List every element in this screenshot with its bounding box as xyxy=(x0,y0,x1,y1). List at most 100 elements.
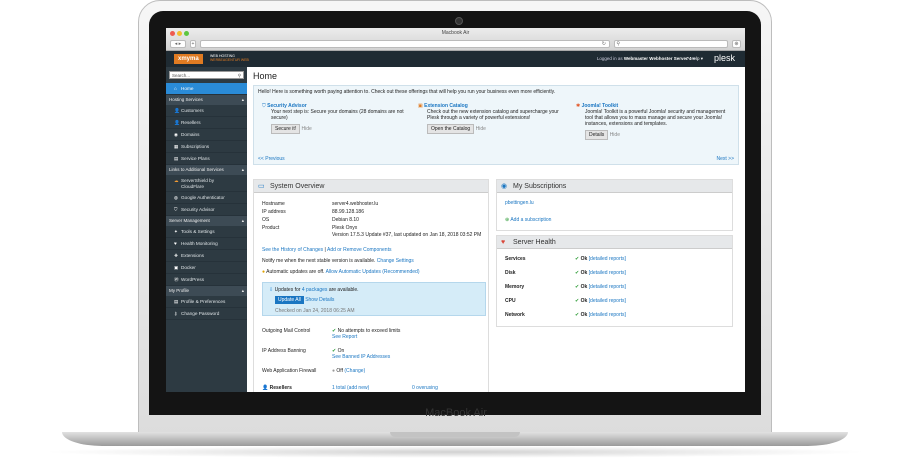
packages-link[interactable]: 4 packages xyxy=(302,287,328,293)
browser-chrome: Macbook Air ◂ ▸ + ↻ ⚲ ⊕ xyxy=(166,28,745,51)
health-services: Services ✔ Ok [detailed reports] xyxy=(505,256,626,262)
detailed-reports-link[interactable]: [detailed reports] xyxy=(589,270,626,276)
sidebar-item-service-plans[interactable]: ▤ Service Plans xyxy=(166,153,247,165)
sidebar-item-extensions[interactable]: ❖ Extensions xyxy=(166,250,247,262)
history-link[interactable]: See the History of Changes xyxy=(262,247,323,253)
promo-text: Hello! Here is something worth paying at… xyxy=(258,89,556,95)
sidebar-item-profile[interactable]: ▤ Profile & Preferences xyxy=(166,296,247,308)
section-hosting-services[interactable]: Hosting Services ▴ xyxy=(166,95,247,105)
detailed-reports-link[interactable]: [detailed reports] xyxy=(589,312,626,318)
home-icon: ⌂ xyxy=(174,86,177,91)
monitor-icon: ▭ xyxy=(258,183,265,190)
logo-subtitle: WEB HOSTING WERBEAGENTUR WEB xyxy=(210,54,249,62)
ok-icon: ✔ xyxy=(575,284,580,290)
add-remove-link[interactable]: Add or Remove Components xyxy=(327,247,391,253)
browser-search-input[interactable]: ⚲ xyxy=(614,40,728,48)
hide-link[interactable]: Hide xyxy=(302,126,312,132)
warning-icon: ● xyxy=(262,269,266,275)
section-server-management[interactable]: Server Management ▴ xyxy=(166,216,247,226)
downloads-icon[interactable]: ⊕ xyxy=(732,40,741,48)
sidebar-item-customers[interactable]: 👤Customers xyxy=(166,105,247,117)
sidebar-item-tools-settings[interactable]: ✦ Tools & Settings xyxy=(166,226,247,238)
plesk-header: xmyma WEB HOSTING WERBEAGENTUR WEB Logged… xyxy=(166,51,745,67)
search-icon[interactable]: ⚲ xyxy=(238,72,241,79)
change-waf-link[interactable]: (Change) xyxy=(344,368,365,374)
subscriptions-icon: ▦ xyxy=(174,144,179,149)
secure-it-button[interactable]: Secure it! xyxy=(271,124,301,134)
allow-updates-link[interactable]: Allow Automatic Updates (Recommended) xyxy=(326,269,420,275)
address-bar[interactable]: ↻ xyxy=(200,40,610,48)
info-os: OS Debian 8.10 xyxy=(262,217,359,223)
joomla-icon: ✱ xyxy=(576,103,581,109)
extensions-icon: ❖ xyxy=(174,253,179,258)
laptop-notch xyxy=(390,432,520,437)
detailed-reports-link[interactable]: [detailed reports] xyxy=(589,256,626,262)
see-report-link[interactable]: See Report xyxy=(332,334,357,340)
sidebar-item-docker[interactable]: ▣ Docker xyxy=(166,262,247,274)
sidebar-item-subscriptions[interactable]: ▦ Subscriptions xyxy=(166,141,247,153)
previous-link[interactable]: << Previous xyxy=(258,156,285,162)
detailed-reports-link[interactable]: [detailed reports] xyxy=(589,298,626,304)
add-reseller-link[interactable]: (add new) xyxy=(347,385,369,391)
ok-icon: ✔ xyxy=(575,298,580,304)
user-menu[interactable]: Webmaster Webhoster Server 4 xyxy=(624,56,692,61)
sidebar-item-wordpress[interactable]: Ⓦ WordPress xyxy=(166,274,247,286)
checked-on: Checked on Jan 24, 2018 06:25 AM xyxy=(275,308,355,314)
docker-icon: ▣ xyxy=(174,265,179,270)
update-all-button[interactable]: Update All xyxy=(275,296,304,304)
sidebar-item-health-monitoring[interactable]: ♥ Health Monitoring xyxy=(166,238,247,250)
authenticator-icon: ◍ xyxy=(174,195,179,200)
sidebar-item-change-password[interactable]: ⚷ Change Password xyxy=(166,308,247,320)
section-additional-services[interactable]: Links to Additional Services ▴ xyxy=(166,165,247,175)
tools-icon: ✦ xyxy=(174,229,178,234)
show-details-link[interactable]: Show Details xyxy=(305,297,334,303)
open-catalog-button[interactable]: Open the Catalog xyxy=(427,124,475,134)
sidebar-item-resellers[interactable]: 👤Resellers xyxy=(166,117,247,129)
auto-updates-row: ● Automatic updates are off. Allow Autom… xyxy=(262,269,420,275)
brand-logo[interactable]: xmyma xyxy=(174,54,203,64)
change-settings-link[interactable]: Change Settings xyxy=(377,258,414,264)
sidebar-item-security-advisor[interactable]: ⛉ Security Advisor xyxy=(166,204,247,216)
sidebar-item-google-authenticator[interactable]: ◍ Google Authenticator xyxy=(166,192,247,204)
laptop-shadow xyxy=(40,446,870,458)
system-overview-panel: ▭ System Overview Hostname server4.webhost… xyxy=(253,179,489,392)
help-menu[interactable]: ? Help ▾ xyxy=(686,56,703,62)
next-link[interactable]: Next >> xyxy=(716,156,734,162)
card-joomla-toolkit: ✱ Joomla! Toolkit Joomla! Toolkit is a p… xyxy=(576,103,726,140)
key-icon: ⚷ xyxy=(174,311,178,316)
details-button[interactable]: Details xyxy=(585,130,609,140)
info-ip: IP address 88.99.128.186 xyxy=(262,209,364,215)
reload-icon[interactable]: ↻ xyxy=(602,41,606,47)
globe-icon: ◉ xyxy=(174,132,179,137)
sidebar-search-input[interactable]: Search... ⚲ xyxy=(169,71,244,79)
plesk-logo: plesk xyxy=(713,53,735,63)
section-my-profile[interactable]: My Profile ▴ xyxy=(166,286,247,296)
add-tab-icon[interactable]: + xyxy=(190,40,196,48)
sidebar: Search... ⚲ ⌂ Home Hosting Services ▴ 👤Cust… xyxy=(166,67,247,392)
card-security-advisor: ⛉ Security Advisor Your next step is: Se… xyxy=(262,103,404,134)
window-title: Macbook Air xyxy=(441,30,470,36)
off-icon: ● xyxy=(332,368,336,374)
camera-icon xyxy=(455,17,463,25)
health-icon: ♥ xyxy=(174,241,177,246)
sidebar-item-domains[interactable]: ◉ Domains xyxy=(166,129,247,141)
sidebar-item-home[interactable]: ⌂ Home xyxy=(166,83,247,95)
health-network: Network ✔ Ok [detailed reports] xyxy=(505,312,626,318)
info-product: Product Plesk Onyx Version 17.5.3 Update #… xyxy=(262,225,482,238)
resellers-total-link[interactable]: 1 total xyxy=(332,385,346,391)
updates-box: ⇩ Updates for 4 packages are available. … xyxy=(262,282,486,316)
ip-banning-row: IP Address Banning ✔ On See Banned IP Addr… xyxy=(262,348,391,360)
overusing-link[interactable]: 0 overusing xyxy=(412,385,438,391)
hide-link[interactable]: Hide xyxy=(610,132,620,138)
my-subscriptions-panel: ◉ My Subscriptions pbettingen.lu ⊕ Add a … xyxy=(496,179,733,231)
notify-row: Notify me when the next stable version i… xyxy=(262,258,414,264)
banned-ips-link[interactable]: See Banned IP Addresses xyxy=(332,354,390,360)
health-disk: Disk ✔ Ok [detailed reports] xyxy=(505,270,626,276)
detailed-reports-link[interactable]: [detailed reports] xyxy=(589,284,626,290)
sidebar-item-servershield[interactable]: ☁ ServerShield by CloudFlare xyxy=(166,175,247,192)
back-forward-buttons[interactable]: ◂ ▸ xyxy=(170,40,186,48)
subscription-link[interactable]: pbettingen.lu xyxy=(505,200,534,206)
user-icon: 👤 xyxy=(174,108,180,113)
add-subscription-link[interactable]: ⊕ Add a subscription xyxy=(505,217,551,223)
hide-link[interactable]: Hide xyxy=(476,126,486,132)
